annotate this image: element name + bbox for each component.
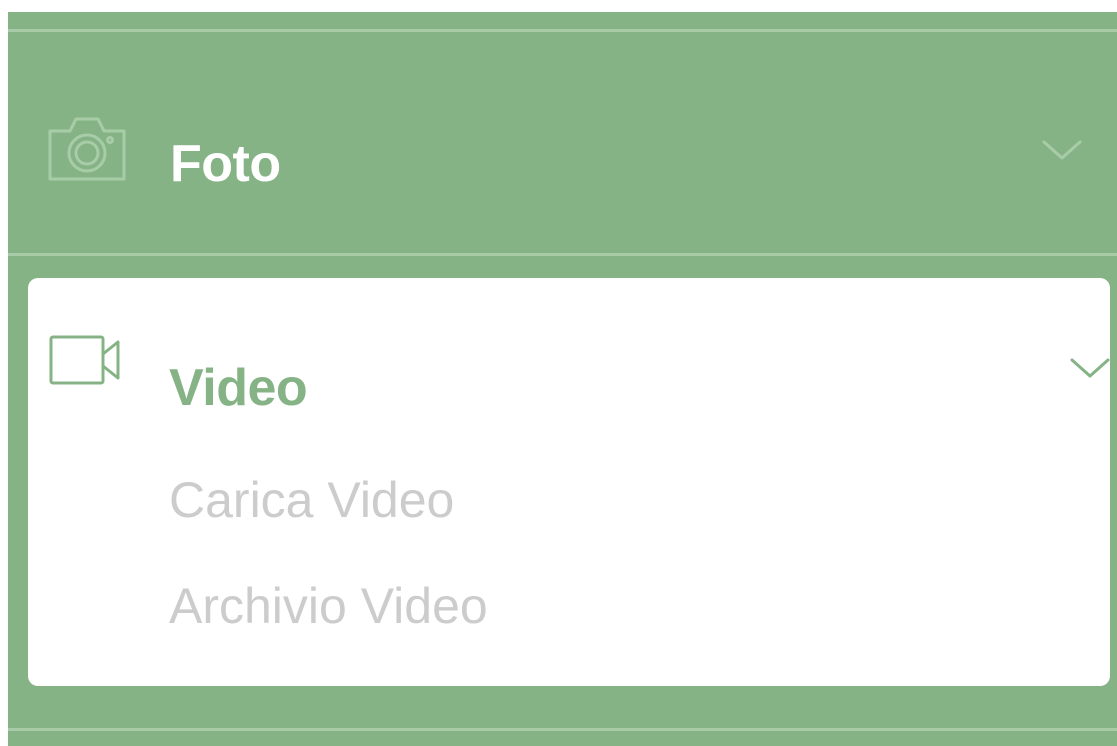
chevron-down-icon[interactable] xyxy=(1066,354,1114,382)
camera-icon xyxy=(48,117,126,181)
menu-section-foto[interactable]: Foto xyxy=(8,32,1117,253)
divider-middle xyxy=(8,253,1117,256)
submenu-item-carica-video[interactable]: Carica Video xyxy=(169,470,454,530)
chevron-down-icon[interactable] xyxy=(1038,136,1086,164)
sidebar-menu: Foto Video Carica Video Archivio Video xyxy=(8,12,1117,746)
menu-section-label: Foto xyxy=(170,135,281,193)
submenu-item-archivio-video[interactable]: Archivio Video xyxy=(169,576,488,636)
video-camera-icon xyxy=(49,335,120,385)
menu-section-video[interactable]: Video Carica Video Archivio Video xyxy=(28,278,1110,686)
divider-bottom xyxy=(8,728,1117,731)
menu-section-label: Video xyxy=(169,359,308,417)
